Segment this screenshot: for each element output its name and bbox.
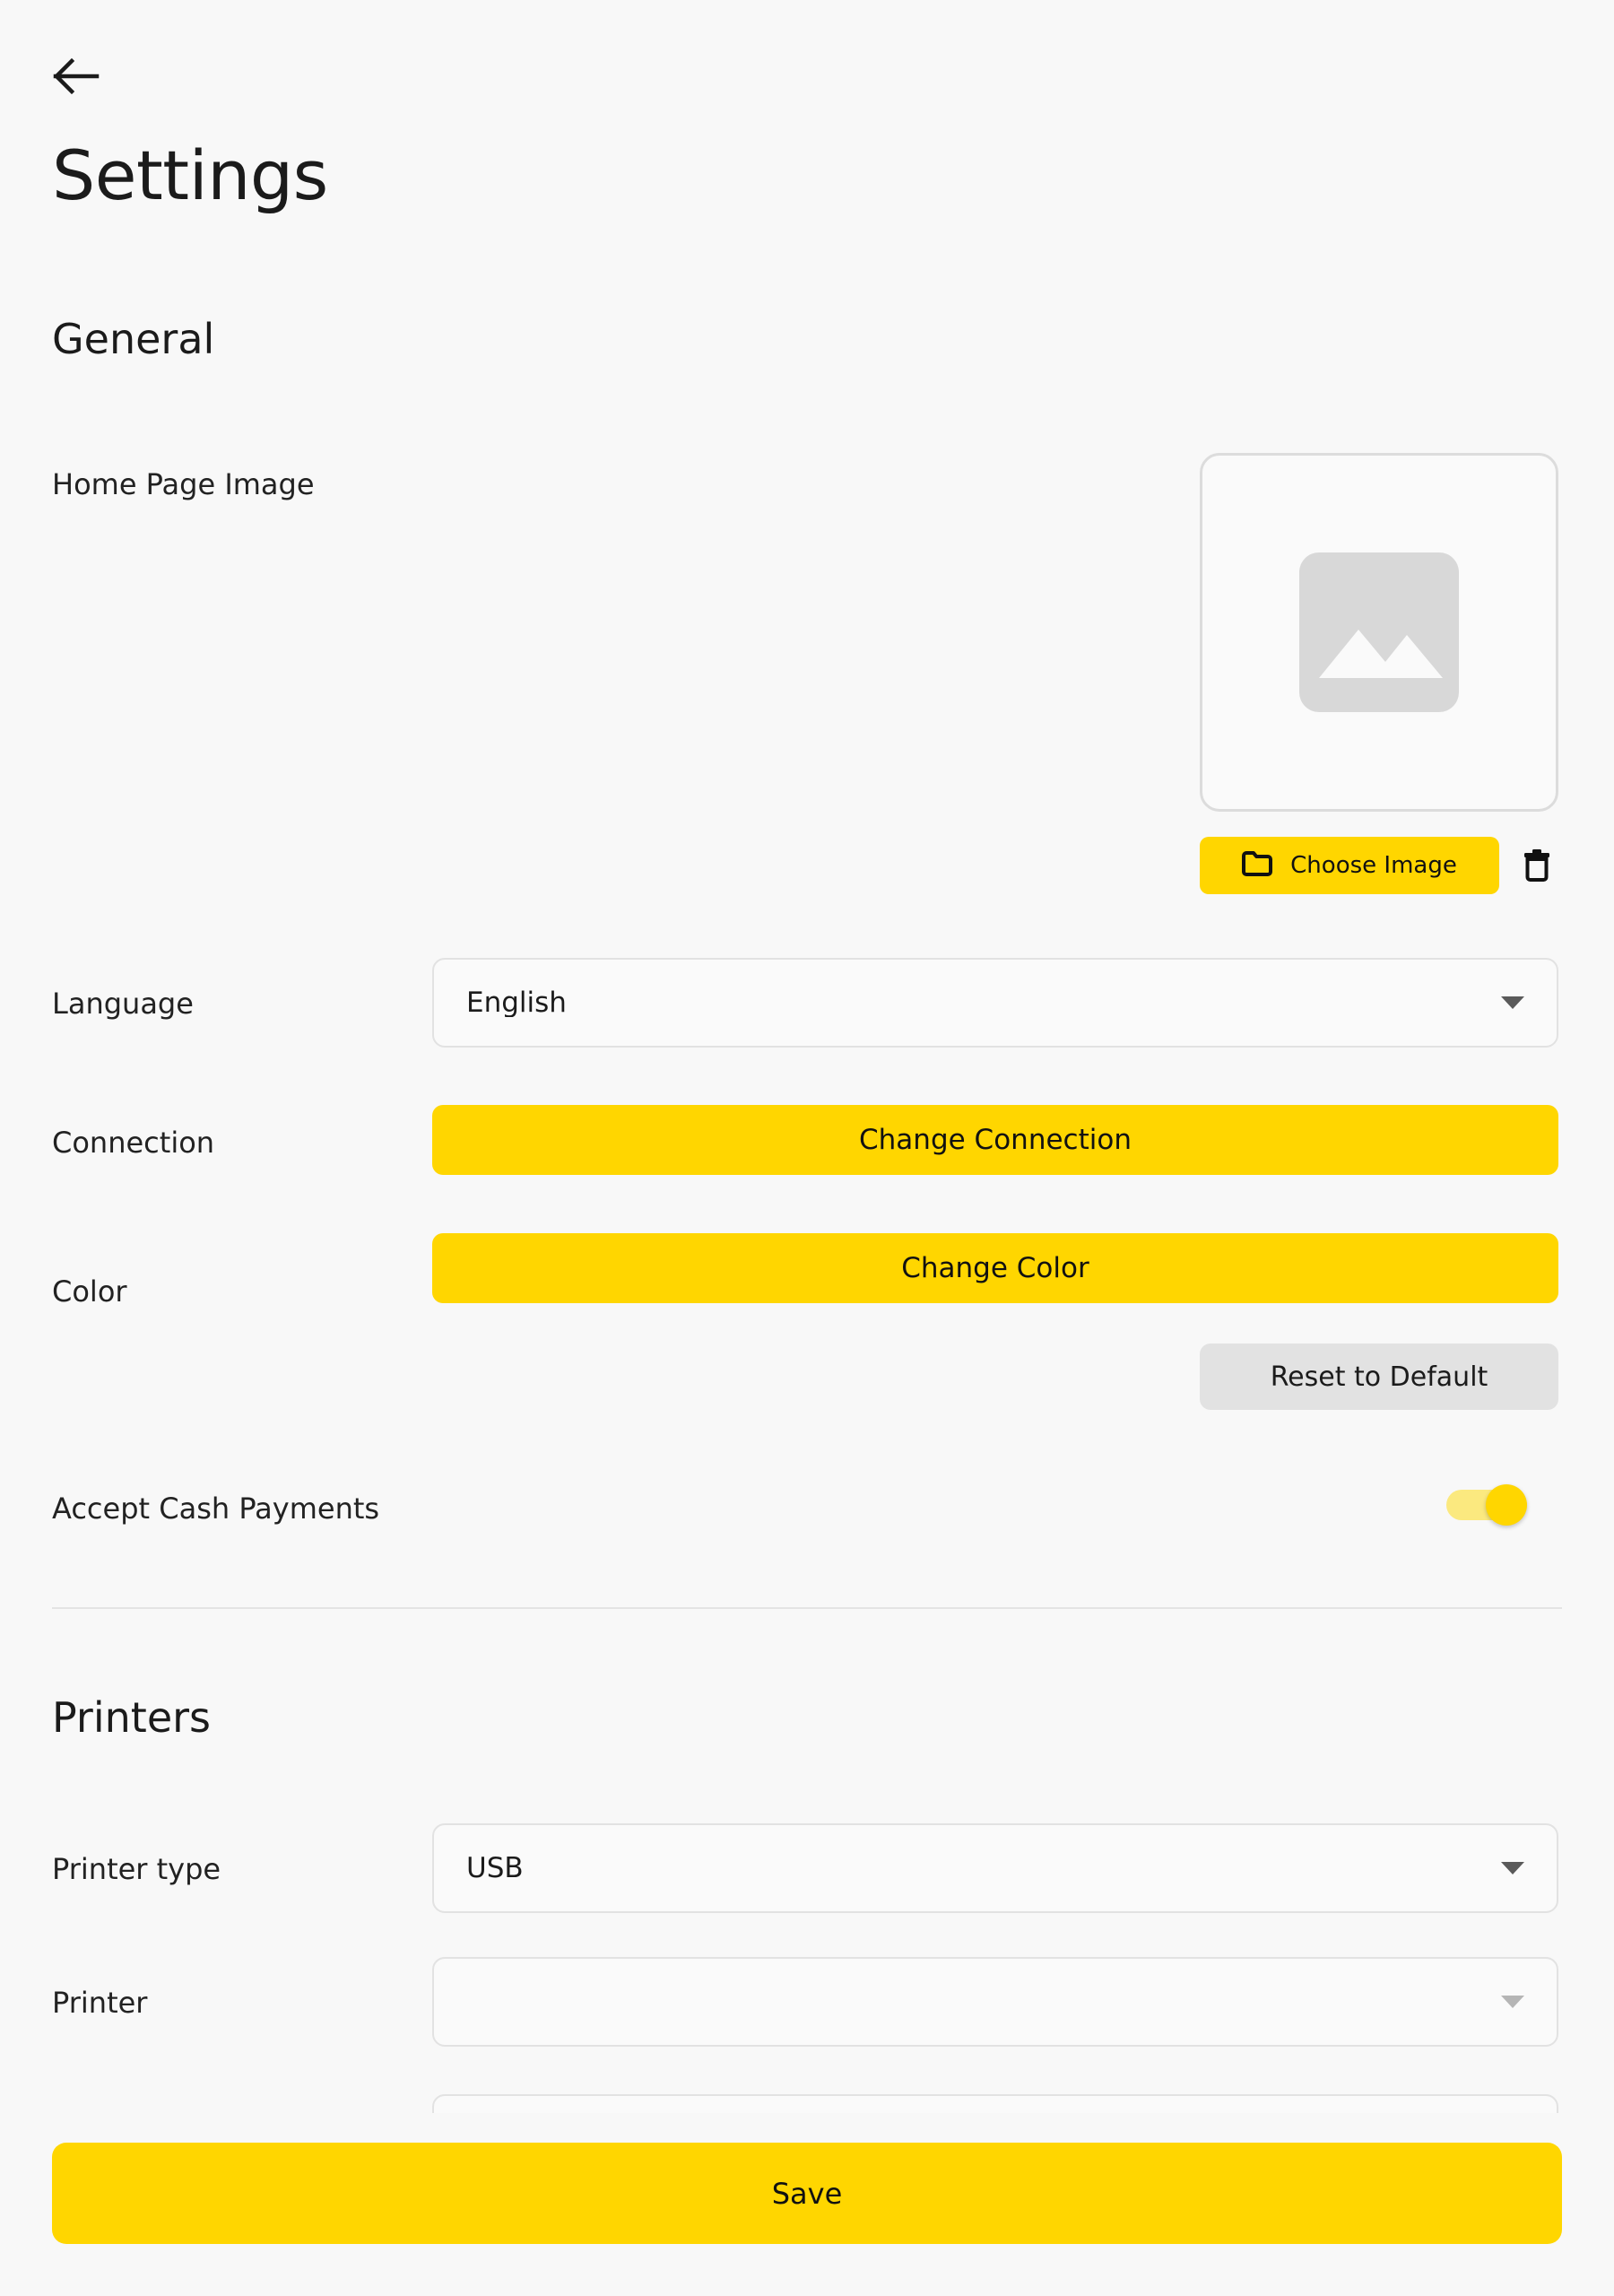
printer-label: Printer [52,1986,148,2020]
save-bar: Save [0,2113,1614,2296]
section-heading-printers: Printers [52,1693,211,1742]
printer-select[interactable] [432,1957,1558,2047]
printer-type-value: USB [466,1854,524,1883]
language-select[interactable]: English [432,958,1558,1048]
delete-image-button[interactable] [1515,837,1558,894]
choose-image-label: Choose Image [1290,852,1457,879]
reset-to-default-button[interactable]: Reset to Default [1200,1344,1558,1410]
change-color-button[interactable]: Change Color [432,1233,1558,1303]
color-label: Color [52,1274,127,1309]
accept-cash-payments-toggle[interactable] [1446,1484,1529,1526]
home-page-image-preview[interactable] [1200,453,1558,812]
choose-image-button[interactable]: Choose Image [1200,837,1499,894]
save-button[interactable]: Save [52,2143,1562,2244]
chevron-down-icon [1501,1862,1524,1874]
home-page-image-label: Home Page Image [52,467,315,501]
settings-screen: Settings General Home Page Image Choose … [0,0,1614,2296]
toggle-thumb [1486,1484,1527,1526]
chevron-down-icon [1501,1996,1524,2008]
settings-scroll-area[interactable]: Settings General Home Page Image Choose … [0,0,1614,2113]
change-connection-button[interactable]: Change Connection [432,1105,1558,1175]
chevron-down-icon [1501,996,1524,1009]
home-page-image-actions: Choose Image [1200,837,1558,894]
page-title: Settings [52,135,328,215]
connection-label: Connection [52,1126,215,1160]
accept-cash-payments-label: Accept Cash Payments [52,1492,380,1526]
printer-type-select[interactable]: USB [432,1823,1558,1913]
printer-type-label: Printer type [52,1852,221,1886]
trash-icon [1523,848,1551,884]
folder-icon [1242,851,1273,880]
back-button[interactable] [39,39,113,113]
next-field-select-partial[interactable] [432,2094,1558,2113]
arrow-left-icon [53,57,100,95]
section-heading-general: General [52,315,215,363]
language-value: English [466,988,567,1017]
section-divider [52,1607,1562,1609]
image-placeholder-icon [1299,552,1459,712]
language-label: Language [52,987,194,1021]
